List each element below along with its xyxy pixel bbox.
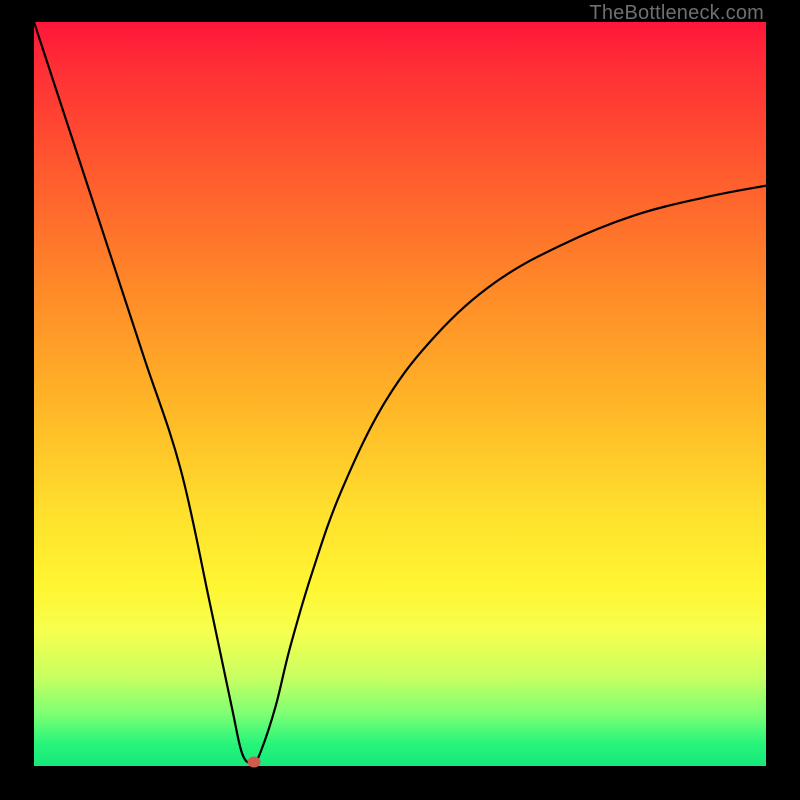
plot-area: [34, 22, 766, 766]
bottleneck-curve: [34, 22, 766, 763]
chart-frame: TheBottleneck.com: [0, 0, 800, 800]
optimal-point-marker: [247, 757, 260, 768]
curve-svg: [34, 22, 766, 766]
